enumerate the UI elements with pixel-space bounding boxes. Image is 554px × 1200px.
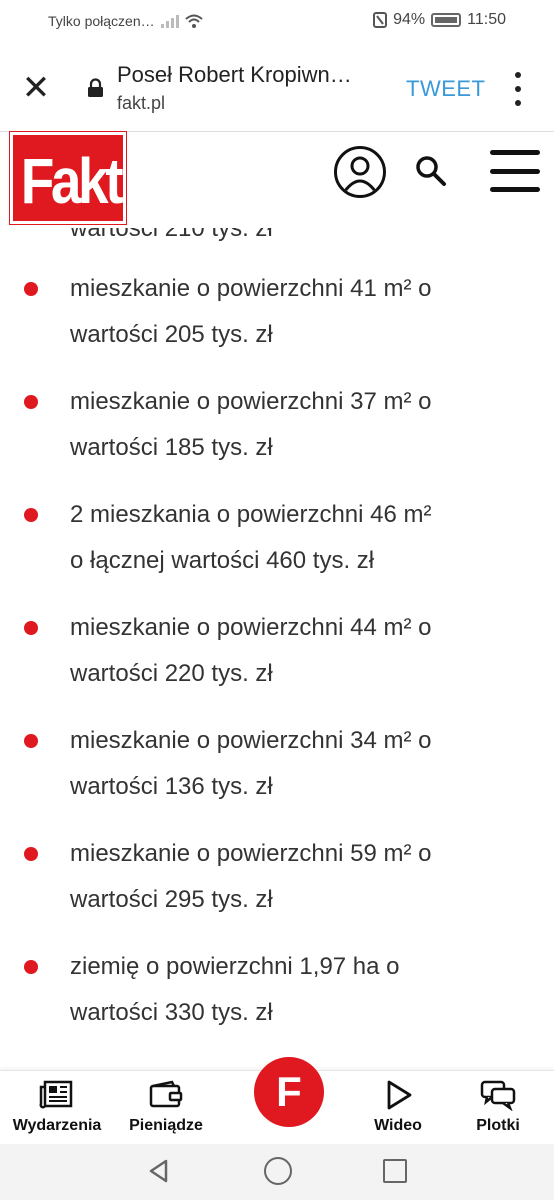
user-account-icon[interactable] [334, 146, 386, 198]
more-options-icon[interactable] [508, 72, 528, 106]
lock-icon [88, 78, 103, 97]
fakt-f-button[interactable]: F [254, 1057, 324, 1127]
bullet-icon [24, 847, 38, 861]
list-item-line2: wartości 295 tys. zł [70, 886, 273, 913]
clock: 11:50 [467, 11, 506, 28]
battery-percent: 94% [393, 11, 426, 28]
list-item-line2: wartości 136 tys. zł [70, 773, 273, 800]
bullet-icon [24, 960, 38, 974]
bullet-icon [24, 734, 38, 748]
search-icon[interactable] [414, 154, 448, 188]
list-item-line2: wartości 220 tys. zł [70, 660, 273, 687]
nav-label: Wideo [374, 1117, 422, 1134]
nav-label: Wydarzenia [12, 1117, 102, 1134]
play-icon [387, 1080, 412, 1110]
nav-label: Pieniądze [129, 1117, 203, 1134]
list-item-line2: wartości 330 tys. zł [70, 999, 273, 1026]
nav-label: Plotki [476, 1117, 520, 1134]
nfc-icon [373, 12, 388, 28]
list-item-line1: ziemię o powierzchni 1,97 ha o [70, 953, 400, 980]
logo-text: Fakt [20, 145, 124, 217]
list-item-line1: mieszkanie o powierzchni 41 m² o [70, 275, 432, 302]
tweet-button[interactable]: TWEET [406, 76, 486, 102]
signal-icon [160, 14, 179, 28]
status-right: 94% 11:50 [373, 11, 506, 29]
browser-toolbar: ✕ Poseł Robert Kropiwn… fakt.pl TWEET [0, 44, 554, 132]
system-navigation-bar [0, 1144, 554, 1200]
nav-wideo[interactable]: Wideo [362, 1079, 434, 1143]
page-url: fakt.pl [117, 93, 166, 113]
status-bar: Tylko połączen… 94% 11:50 [0, 0, 554, 44]
home-icon[interactable] [264, 1157, 292, 1185]
bottom-navigation: Wydarzenia Pieniądze F Wideo Plotki [0, 1057, 554, 1144]
chat-bubbles-icon [480, 1080, 516, 1111]
bullet-icon [24, 621, 38, 635]
bullet-icon [24, 395, 38, 409]
nav-pieniadze[interactable]: Pieniądze [120, 1079, 212, 1143]
carrier-text: Tylko połączen… [48, 13, 155, 29]
list-item-line1: mieszkanie o powierzchni 37 m² o [70, 388, 432, 415]
list-item-line2: wartości 185 tys. zł [70, 434, 273, 461]
page-title: Poseł Robert Kropiwn… [117, 62, 352, 87]
article-content: wartości 210 tys. zł mieszkanie o powier… [0, 200, 554, 1070]
nav-plotki[interactable]: Plotki [466, 1079, 530, 1143]
fakt-logo[interactable]: Fakt [9, 131, 127, 225]
bullet-icon [24, 508, 38, 522]
list-item-line1: mieszkanie o powierzchni 34 m² o [70, 727, 432, 754]
list-item-line1: mieszkanie o powierzchni 59 m² o [70, 840, 432, 867]
list-item-line2: o łącznej wartości 460 tys. zł [70, 547, 375, 574]
back-icon[interactable] [146, 1158, 172, 1184]
hamburger-menu-icon[interactable] [490, 150, 540, 192]
list-item-line1: 2 mieszkania o powierzchni 46 m² [70, 501, 432, 528]
status-left: Tylko połączen… [48, 13, 203, 29]
wallet-icon [149, 1080, 183, 1108]
close-icon[interactable]: ✕ [18, 70, 54, 106]
newspaper-icon [39, 1080, 73, 1109]
list-item-line2: wartości 205 tys. zł [70, 321, 273, 348]
list-item-line1: mieszkanie o powierzchni 44 m² o [70, 614, 432, 641]
site-header: Fakt [0, 131, 554, 228]
nav-wydarzenia[interactable]: Wydarzenia [6, 1079, 108, 1143]
battery-icon [431, 13, 462, 27]
wifi-icon [184, 14, 203, 28]
recent-apps-icon[interactable] [383, 1159, 407, 1183]
bullet-icon [24, 282, 38, 296]
